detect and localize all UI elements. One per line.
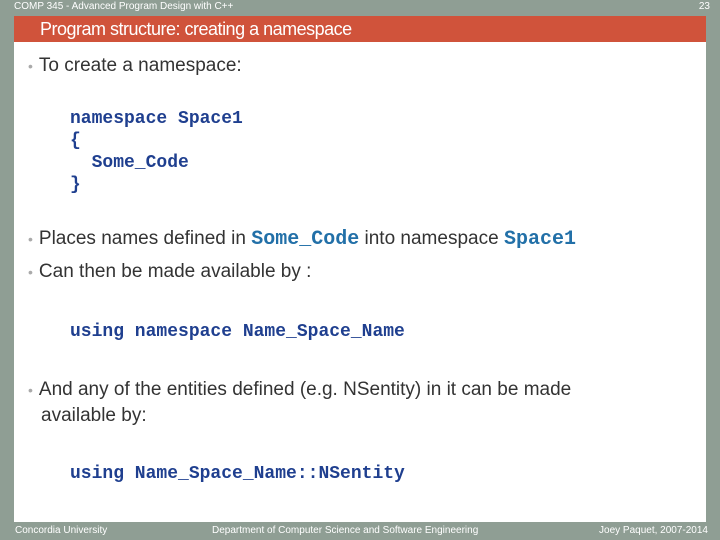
bullet-text: into namespace bbox=[359, 228, 504, 249]
title-bar: Program structure: creating a namespace bbox=[14, 16, 706, 42]
page-number: 23 bbox=[698, 1, 710, 12]
bullet-2: • Places names defined in Some_Code into … bbox=[28, 228, 576, 251]
inline-code: Some_Code bbox=[251, 228, 360, 251]
footer-right: Joey Paquet, 2007-2014 bbox=[599, 525, 708, 536]
slide-title: Program structure: creating a namespace bbox=[40, 19, 352, 39]
bullet-text: Places names defined in bbox=[38, 228, 252, 249]
bullet-text: And any of the entities defined (e.g. NS… bbox=[38, 379, 572, 400]
bullet-text: available by: bbox=[41, 405, 147, 426]
code-block-3: using Name_Space_Name::NSentity bbox=[70, 464, 405, 484]
code-block-2: using namespace Name_Space_Name bbox=[70, 322, 405, 342]
bullet-3: • Can then be made available by : bbox=[28, 261, 312, 282]
bullet-text: To create a namespace: bbox=[38, 55, 242, 76]
code-line: { bbox=[70, 131, 81, 151]
code-line: Some_Code bbox=[70, 153, 189, 173]
inline-code: Space1 bbox=[503, 228, 576, 251]
code-line: namespace Space1 bbox=[70, 109, 243, 129]
code-block-1: namespace Space1{ Some_Code} bbox=[70, 108, 243, 196]
code-line: } bbox=[70, 175, 81, 195]
bullet-4: • And any of the entities defined (e.g. N… bbox=[28, 379, 572, 426]
bullet-1: • To create a namespace: bbox=[28, 55, 242, 76]
course-title: COMP 345 - Advanced Program Design with … bbox=[14, 1, 234, 12]
bullet-text: Can then be made available by : bbox=[38, 261, 312, 282]
footer-left: Concordia University bbox=[15, 525, 108, 536]
footer-center: Department of Computer Science and Softw… bbox=[212, 525, 479, 536]
